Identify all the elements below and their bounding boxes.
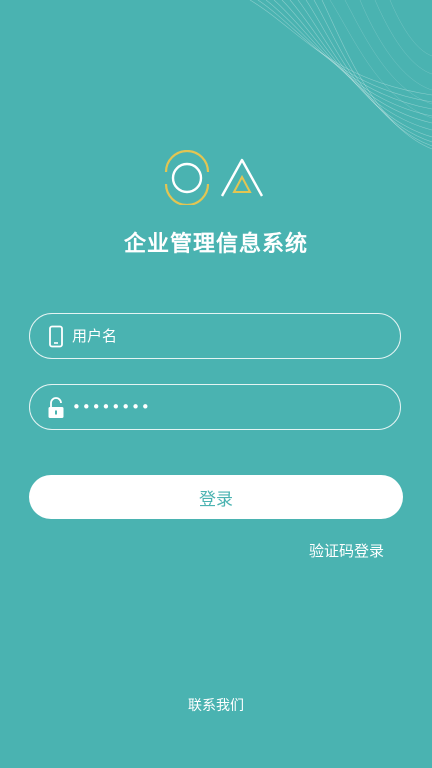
oa-logo-icon bbox=[164, 150, 264, 205]
lock-icon bbox=[48, 397, 64, 418]
login-button[interactable]: 登录 bbox=[29, 475, 403, 519]
app-title: 企业管理信息系统 bbox=[123, 232, 308, 257]
password-input[interactable] bbox=[72, 391, 380, 423]
sms-code-login-link[interactable]: 验证码登录 bbox=[309, 540, 384, 561]
username-input[interactable] bbox=[72, 320, 380, 352]
username-field[interactable] bbox=[29, 313, 401, 359]
password-field[interactable] bbox=[29, 384, 401, 430]
phone-icon bbox=[49, 325, 63, 348]
contact-us-link[interactable]: 联系我们 bbox=[0, 695, 432, 715]
